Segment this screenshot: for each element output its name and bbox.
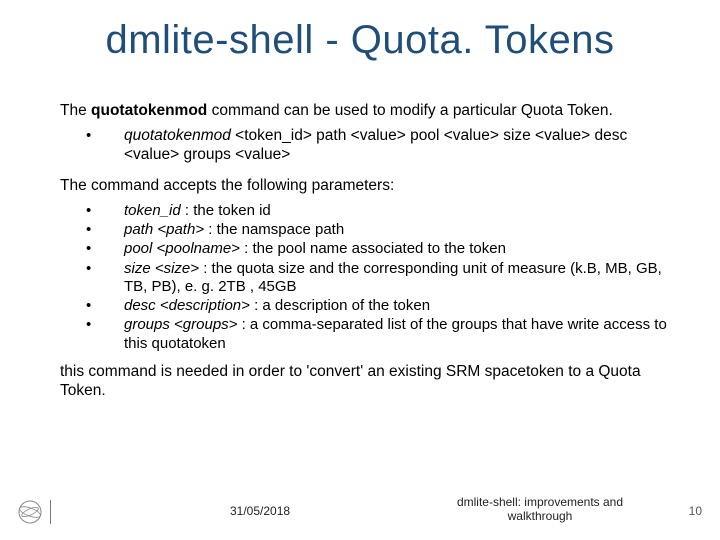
param-desc: : the pool name associated to the token — [240, 240, 506, 257]
list-item: path <path> : the namspace path — [86, 221, 668, 239]
param-key: path <path> — [124, 221, 204, 238]
slide-footer: 31/05/2018 dmlite-shell: improvements an… — [0, 494, 720, 526]
list-item: groups <groups> : a comma-separated list… — [86, 316, 668, 353]
cern-logo-icon — [18, 500, 42, 524]
footer-divider — [50, 500, 51, 524]
param-key: desc <description> — [124, 297, 250, 314]
footer-title: dmlite-shell: improvements and walkthrou… — [440, 496, 640, 524]
intro-paragraph: The quotatokenmod command can be used to… — [60, 102, 668, 121]
params-list: token_id : the token id path <path> : th… — [60, 202, 668, 353]
intro-cmd: quotatokenmod — [91, 102, 207, 119]
param-key: token_id — [124, 202, 181, 219]
list-item: desc <description> : a description of th… — [86, 297, 668, 315]
usage-item: quotatokenmod <token_id> path <value> po… — [86, 127, 668, 165]
intro-pre: The — [60, 102, 91, 119]
intro-post: command can be used to modify a particul… — [207, 102, 613, 119]
slide: dmlite-shell - Quota. Tokens The quotato… — [0, 0, 720, 540]
usage-list: quotatokenmod <token_id> path <value> po… — [60, 127, 668, 165]
list-item: token_id : the token id — [86, 202, 668, 220]
param-key: size <size> — [124, 260, 199, 277]
page-number: 10 — [689, 504, 702, 518]
param-desc: : the quota size and the corresponding u… — [124, 260, 662, 295]
param-key: groups <groups> — [124, 316, 237, 333]
closing-paragraph: this command is needed in order to 'conv… — [60, 363, 668, 401]
param-key: pool <poolname> — [124, 240, 240, 257]
footer-date: 31/05/2018 — [230, 504, 290, 518]
usage-cmd: quotatokenmod — [124, 127, 231, 144]
param-desc: : the namspace path — [204, 221, 344, 238]
slide-title: dmlite-shell - Quota. Tokens — [0, 18, 720, 63]
param-desc: : the token id — [181, 202, 271, 219]
params-heading: The command accepts the following parame… — [60, 177, 668, 196]
slide-body: The quotatokenmod command can be used to… — [60, 102, 668, 407]
list-item: pool <poolname> : the pool name associat… — [86, 240, 668, 258]
list-item: size <size> : the quota size and the cor… — [86, 260, 668, 297]
param-desc: : a description of the token — [250, 297, 430, 314]
